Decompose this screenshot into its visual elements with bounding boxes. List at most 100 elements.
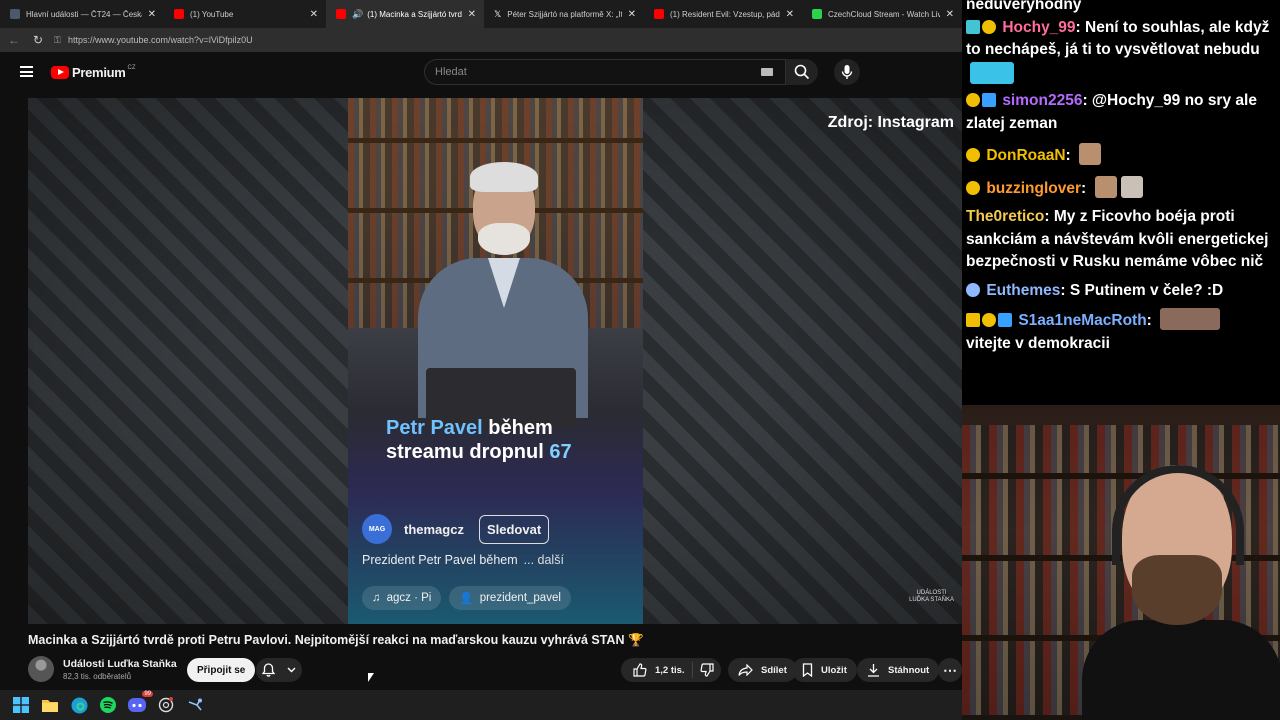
chat-username: Hochy_99 xyxy=(1002,18,1076,36)
voice-search-button[interactable] xyxy=(834,59,860,85)
chat-username: buzzinglover xyxy=(986,179,1082,197)
video-player[interactable]: Petr Pavel během streamu dropnul 67 MAG … xyxy=(28,98,962,624)
speaker-icon[interactable]: 🔊 xyxy=(352,9,363,20)
like-button[interactable]: 1,2 tis. xyxy=(621,662,693,678)
caption-highlight: Petr Pavel xyxy=(386,417,483,439)
back-icon[interactable]: ← xyxy=(2,33,26,47)
reel-description-text: Prezident Petr Pavel během xyxy=(362,553,518,567)
face-emote-icon xyxy=(1120,175,1143,198)
address-bar: ← ↻ ⚿ https://www.youtube.com/watch?v=lV… xyxy=(0,28,962,52)
train-emote-icon xyxy=(970,61,1014,84)
tab-czechcloud[interactable]: CzechCloud Stream - Watch Live o... ✕ xyxy=(802,0,962,28)
share-label: Sdílet xyxy=(761,664,787,676)
music-tag-text: agcz · Pi xyxy=(386,592,432,604)
chat-username: S1aa1neMacRoth xyxy=(1018,312,1147,329)
channel-name[interactable]: Události Luďka Staňka xyxy=(63,658,177,670)
windows-icon[interactable] xyxy=(12,696,30,714)
share-button[interactable]: Sdílet xyxy=(728,658,797,682)
bits-badge-icon xyxy=(966,148,980,162)
search-input[interactable]: Hledat xyxy=(424,59,786,85)
webcam-feed xyxy=(962,405,1280,720)
ct24-favicon-icon xyxy=(10,9,20,19)
discord-badge: 99 xyxy=(142,691,153,697)
search-icon xyxy=(794,64,810,80)
reel-caption: Petr Pavel během streamu dropnul 67 xyxy=(386,416,616,464)
watermark-top: UDÁLOSTI xyxy=(916,590,947,596)
reel-tags: ♫ agcz · Pi 👤 prezident_pavel xyxy=(362,586,579,610)
save-button[interactable]: Uložit xyxy=(792,658,857,682)
chat-message: The0retico: My z Ficovho boéja proti san… xyxy=(966,208,1269,270)
chatgpt-icon[interactable] xyxy=(157,696,175,714)
bits-badge-icon xyxy=(982,19,996,34)
logo-text: Premium xyxy=(72,65,126,80)
reel-more-link: ... další xyxy=(523,553,564,567)
url-field[interactable]: ⚿ https://www.youtube.com/watch?v=lViDfp… xyxy=(54,31,962,49)
tab-resident-evil[interactable]: (1) Resident Evil: Vzestup, pád a zn... … xyxy=(644,0,802,28)
steam-icon[interactable] xyxy=(186,696,204,714)
streamer-beard xyxy=(1132,555,1222,625)
bell-icon xyxy=(262,663,275,677)
tab-x-szijjarto[interactable]: 𝕏 Péter Szijjártó na platformě X: „It h.… xyxy=(484,0,644,28)
chat-message: nedůvěryhodný xyxy=(966,0,1280,17)
chat-text: vitejte v demokracii xyxy=(966,334,1110,352)
close-icon[interactable]: ✕ xyxy=(786,9,794,20)
reel-username: themagcz xyxy=(404,521,464,537)
shelf xyxy=(348,138,643,143)
thumbs-down-icon xyxy=(700,663,714,677)
channel-avatar[interactable] xyxy=(28,656,54,682)
tab-title: Péter Szijjártó na platformě X: „It h... xyxy=(507,9,621,19)
youtube-premium-logo[interactable]: Premium CZ xyxy=(51,65,136,80)
face-emote-icon xyxy=(1094,175,1117,198)
bookmark-icon xyxy=(802,663,813,677)
chat-message: simon2256: @Hochy_99 no sry ale zlatej z… xyxy=(966,92,1257,132)
channel-info[interactable]: Události Luďka Staňka 82,3 tis. odběrate… xyxy=(28,656,177,682)
microphone-icon xyxy=(841,65,853,79)
close-icon[interactable]: ✕ xyxy=(468,9,476,20)
spotify-icon[interactable] xyxy=(99,696,117,714)
chat-message: Euthemes: S Putinem v čele? :D xyxy=(966,280,1280,303)
subscription-bell-button[interactable] xyxy=(256,658,302,682)
tab-title: (1) Resident Evil: Vzestup, pád a zn... xyxy=(670,9,780,19)
close-icon[interactable]: ✕ xyxy=(148,9,156,20)
watermark-bottom: LUĎKA STAŇKA xyxy=(909,597,954,603)
chat-text: S Putinem v čele? :D xyxy=(1069,281,1224,299)
reload-icon[interactable]: ↻ xyxy=(26,33,50,47)
search-button[interactable] xyxy=(786,59,818,85)
chat-message: S1aa1neMacRoth: vitejte v demokracii xyxy=(966,308,1280,355)
taskbar: 99 xyxy=(0,690,962,720)
youtube-play-icon xyxy=(51,66,69,79)
download-button[interactable]: Stáhnout xyxy=(857,658,940,682)
keyboard-icon[interactable] xyxy=(761,68,773,76)
youtube-favicon-icon xyxy=(174,9,184,19)
close-icon[interactable]: ✕ xyxy=(628,9,636,20)
close-icon[interactable]: ✕ xyxy=(310,9,318,20)
close-icon[interactable]: ✕ xyxy=(946,9,954,20)
chat-message: DonRoaaN: xyxy=(966,143,1280,168)
video-title: Macinka a Szijjártó tvrdě proti Petru Pa… xyxy=(28,633,644,647)
tab-ct24[interactable]: Hlavní události — ČT24 — Česká ... ✕ xyxy=(0,0,164,28)
instagram-reel: Petr Pavel během streamu dropnul 67 MAG … xyxy=(348,98,643,624)
site-info-icon[interactable]: ⚿ xyxy=(54,35,68,46)
share-icon xyxy=(738,664,753,676)
tab-title: Hlavní události — ČT24 — Česká ... xyxy=(26,9,142,19)
edge-icon[interactable] xyxy=(70,696,88,714)
bits-badge-icon xyxy=(966,93,980,107)
thumbs-up-icon xyxy=(633,663,647,677)
chat-panel: nedůvěryhodný Hochy_99: Není to souhlas,… xyxy=(962,0,1280,405)
music-note-icon: ♫ xyxy=(372,592,381,604)
chat-username: Euthemes xyxy=(986,281,1061,299)
reel-avatar: MAG xyxy=(362,514,392,544)
tab-current-video[interactable]: 🔊 (1) Macinka a Szijjártó tvrdě p... ✕ xyxy=(326,0,484,28)
logo-region: CZ xyxy=(127,64,136,71)
file-explorer-icon[interactable] xyxy=(41,696,59,714)
more-actions-button[interactable]: ⋯ xyxy=(938,658,962,682)
person-icon: 👤 xyxy=(459,593,474,605)
hamburger-menu-icon[interactable] xyxy=(20,66,33,77)
tab-youtube-home[interactable]: (1) YouTube ✕ xyxy=(164,0,326,28)
stream-overlay: nedůvěryhodný Hochy_99: Není to souhlas,… xyxy=(962,0,1280,720)
join-button[interactable]: Připojit se xyxy=(187,658,256,682)
dislike-button[interactable] xyxy=(693,663,721,677)
chat-message: Hochy_99: Není to souhlas, ale když to n… xyxy=(966,17,1280,87)
discord-icon[interactable]: 99 xyxy=(128,691,153,714)
download-icon xyxy=(868,664,879,677)
